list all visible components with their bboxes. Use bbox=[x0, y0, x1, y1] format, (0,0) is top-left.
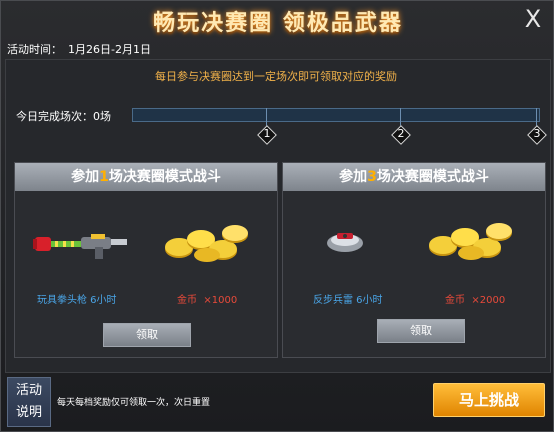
milestone-marker-1: 1 bbox=[257, 125, 277, 145]
reward-card-2: 参加3场决赛圈模式战斗 反步兵雷 6小时 金币 ×2000 领取 bbox=[282, 162, 546, 358]
activity-time: 活动时间： 1月26日-2月1日 bbox=[7, 41, 157, 57]
card-title: 参加3场决赛圈模式战斗 bbox=[283, 163, 545, 191]
coin-reward: 金币 ×1000 bbox=[177, 295, 238, 306]
close-button[interactable]: X bbox=[519, 5, 547, 33]
gold-coins-icon bbox=[165, 225, 248, 262]
gold-coins-icon bbox=[429, 223, 512, 260]
toy-fist-gun-icon bbox=[33, 234, 127, 259]
activity-help-button[interactable]: 活动 说明 bbox=[7, 377, 51, 427]
progress-bar bbox=[132, 108, 540, 122]
landmine-icon bbox=[327, 233, 363, 252]
progress-label: 今日完成场次：0场 bbox=[16, 110, 111, 123]
close-icon: X bbox=[524, 5, 542, 33]
coin-reward: 金币 ×2000 bbox=[445, 295, 506, 306]
event-window: 畅玩决赛圈 领极品武器 X 活动时间： 1月26日-2月1日 每日参与决赛圈达到一… bbox=[0, 0, 554, 432]
claim-button[interactable]: 领取 bbox=[103, 323, 191, 347]
activity-time-value: 1月26日-2月1日 bbox=[68, 43, 151, 56]
page-title: 畅玩决赛圈 领极品武器 bbox=[153, 11, 403, 36]
item-name: 玩具拳头枪 6小时 bbox=[37, 295, 117, 306]
card-count: 1 bbox=[99, 169, 109, 185]
reward-card-1: 参加1场决赛圈模式战斗 玩具拳头枪 6小时 金币 ×1000 领取 bbox=[14, 162, 278, 358]
title-bar: 畅玩决赛圈 领极品武器 X bbox=[1, 1, 553, 41]
help-text: 每天每档奖励仅可领取一次，次日重置 bbox=[57, 398, 211, 408]
milestone-marker-2: 2 bbox=[391, 125, 411, 145]
card-count: 3 bbox=[367, 169, 377, 185]
footer: 活动 说明 每天每档奖励仅可领取一次，次日重置 马上挑战 bbox=[5, 377, 551, 429]
notice-text: 每日参与决赛圈达到一定场次即可领取对应的奖励 bbox=[155, 70, 397, 83]
item-name: 反步兵雷 6小时 bbox=[313, 295, 383, 306]
claim-button[interactable]: 领取 bbox=[377, 319, 465, 343]
challenge-button[interactable]: 马上挑战 bbox=[433, 383, 545, 417]
milestone-marker-3: 3 bbox=[527, 125, 547, 145]
card-title: 参加1场决赛圈模式战斗 bbox=[15, 163, 277, 191]
activity-time-label: 活动时间： bbox=[7, 43, 62, 56]
content-panel: 每日参与决赛圈达到一定场次即可领取对应的奖励 今日完成场次：0场 1 2 3 参… bbox=[5, 59, 551, 373]
